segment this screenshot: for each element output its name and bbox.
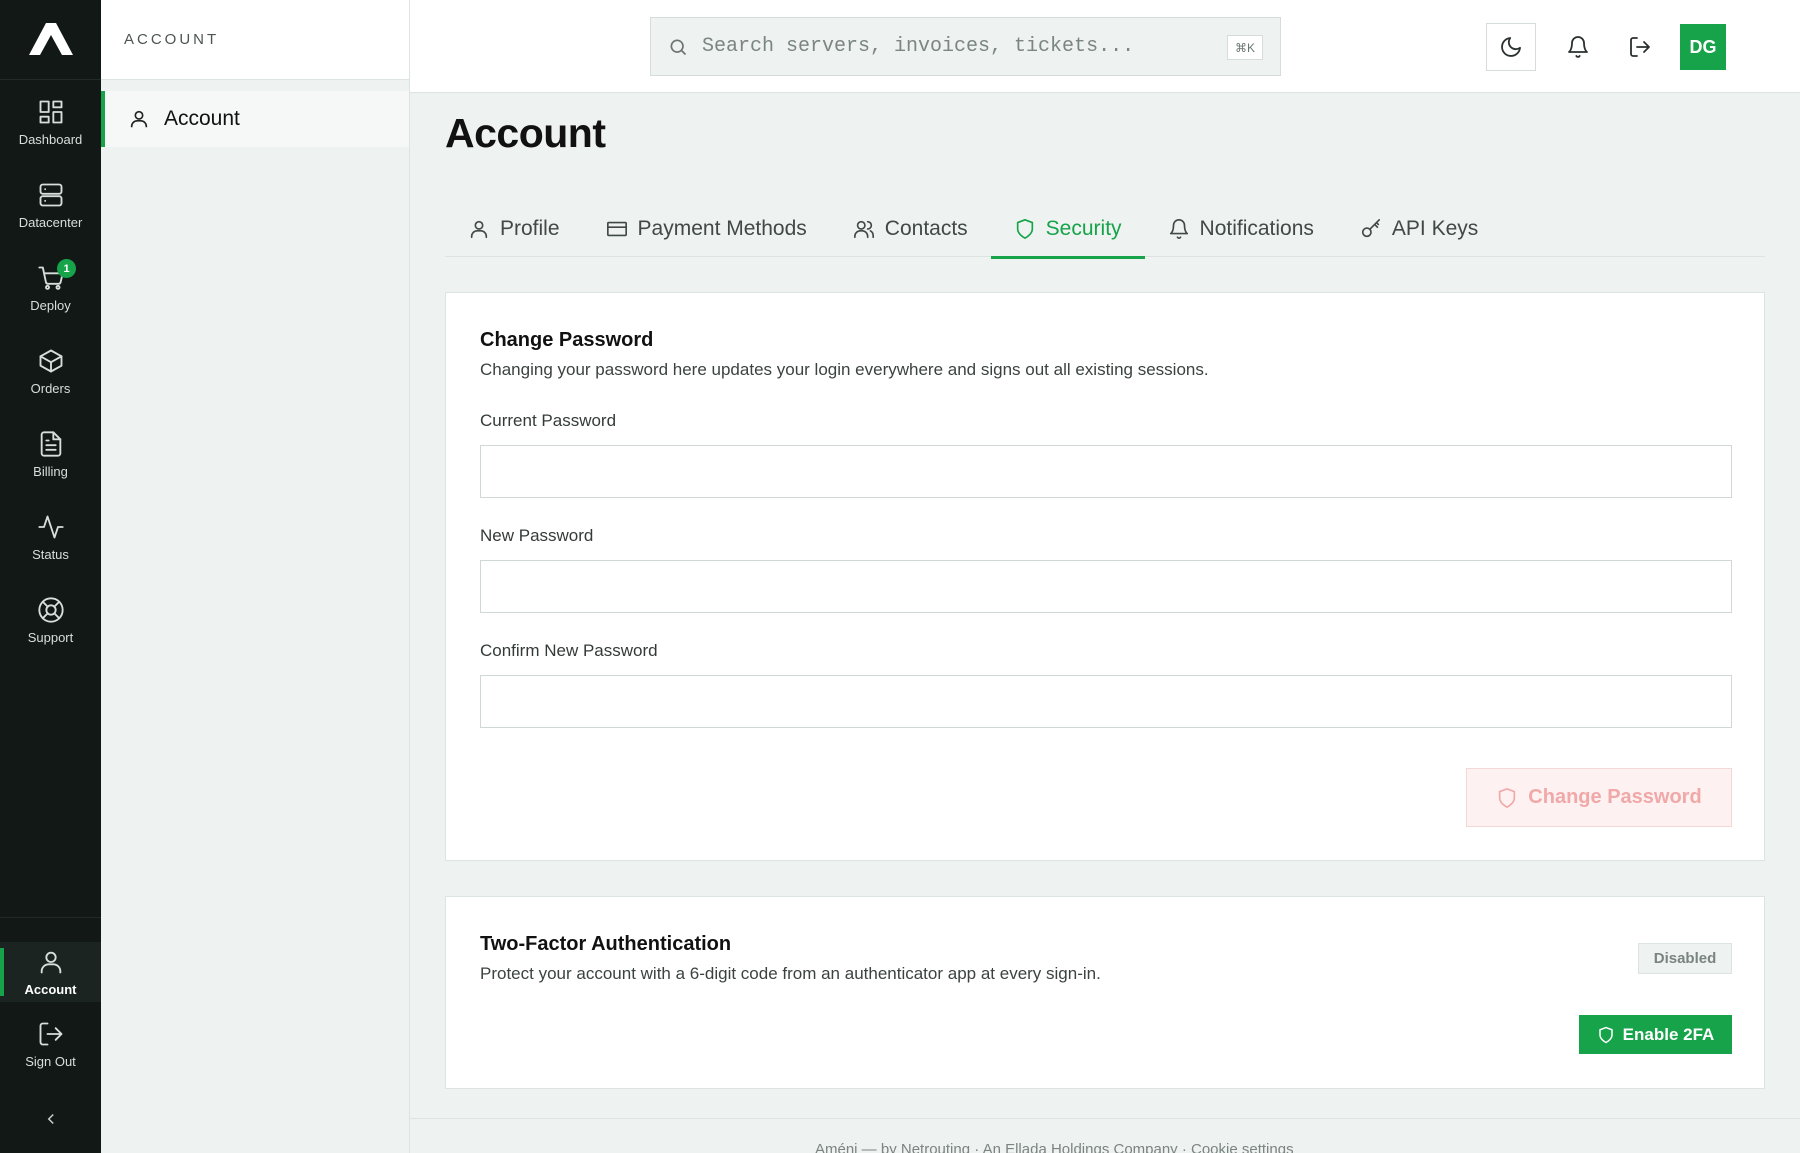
chevron-left-icon (47, 1113, 54, 1125)
subnav-item-label: Account (164, 107, 240, 130)
server-icon (39, 183, 62, 207)
tab-profile[interactable]: Profile (445, 200, 583, 257)
rail-item-status[interactable]: Status (0, 496, 101, 579)
tab-label: Notifications (1199, 216, 1314, 240)
sign-out-icon (1630, 37, 1650, 57)
rail-item-orders[interactable]: Orders (0, 330, 101, 413)
rail-item-account[interactable]: Account (0, 942, 101, 1002)
tab-label: API Keys (1391, 216, 1479, 240)
tab-api-keys[interactable]: API Keys (1337, 200, 1501, 257)
confirm-password-field[interactable] (480, 675, 1732, 728)
card-description: Protect your account with a 6-digit code… (480, 964, 1101, 983)
rail-item-billing[interactable]: Billing (0, 413, 101, 496)
rail-label: Datacenter (18, 215, 83, 230)
card-title: Change Password (480, 329, 654, 351)
rail-bottom: Account Sign Out (0, 917, 101, 1080)
current-password-field[interactable] (480, 445, 1732, 498)
rail-label: Status (32, 547, 69, 562)
new-password-label: New Password (480, 526, 594, 545)
package-icon (39, 349, 62, 373)
tab-label: Payment Methods (637, 216, 807, 240)
theme-toggle-button[interactable] (1486, 23, 1536, 71)
rail-label: Orders (30, 381, 71, 396)
rail-label: Sign Out (25, 1053, 76, 1069)
two-factor-card: Two-Factor Authentication Protect your a… (445, 896, 1765, 1089)
user-icon (130, 110, 148, 128)
search-input[interactable] (702, 35, 1202, 58)
button-label: Change Password (1528, 786, 1702, 808)
dashboard-icon (39, 100, 62, 124)
confirm-password-label: Confirm New Password (480, 641, 658, 660)
subnav-heading: ACCOUNT (101, 0, 409, 80)
enable-2fa-button[interactable]: Enable 2FA (1579, 1015, 1732, 1054)
user-avatar[interactable]: DG (1680, 24, 1726, 70)
top-bar: ⌘K DG (410, 0, 1800, 93)
tab-label: Security (1045, 216, 1122, 240)
shield-icon (1499, 787, 1516, 808)
logo-icon (28, 22, 73, 55)
rail-label: Dashboard (18, 132, 83, 147)
collapse-sidebar-button[interactable] (0, 1095, 101, 1143)
page-footer: Améni — by Netrouting · An Ellada Holdin… (410, 1118, 1800, 1153)
status-badge: Disabled (1638, 943, 1732, 974)
logout-button[interactable] (1615, 23, 1665, 71)
tab-label: Profile (500, 216, 560, 240)
shield-icon (1598, 1026, 1613, 1043)
rail-item-sign-out[interactable]: Sign Out (0, 1008, 101, 1080)
tab-payment-methods[interactable]: Payment Methods (583, 200, 830, 257)
user-icon (40, 951, 61, 973)
global-search[interactable]: ⌘K (650, 17, 1281, 76)
account-subnav: ACCOUNT Account (101, 0, 410, 1153)
account-tabs: Profile Payment Methods Contacts Securit… (445, 200, 1765, 259)
rail-nav: Dashboard Datacenter 1 Deploy Orders Bil… (0, 81, 101, 662)
rail-item-datacenter[interactable]: Datacenter (0, 164, 101, 247)
sign-out-icon (39, 1022, 62, 1045)
card-title: Two-Factor Authentication (480, 933, 732, 955)
rail-label: Account (24, 981, 77, 997)
bell-icon (1169, 218, 1188, 239)
rail-item-deploy[interactable]: 1 Deploy (0, 247, 101, 330)
brand-logo[interactable] (0, 0, 101, 80)
change-password-button[interactable]: Change Password (1466, 768, 1732, 827)
users-icon (853, 220, 874, 238)
key-icon (1361, 218, 1380, 237)
file-text-icon (40, 431, 61, 457)
tab-security[interactable]: Security (990, 200, 1145, 259)
button-label: Enable 2FA (1622, 1024, 1715, 1044)
subnav-item-account[interactable]: Account (101, 91, 409, 147)
bell-icon (1568, 36, 1588, 58)
rail-item-dashboard[interactable]: Dashboard (0, 81, 101, 164)
tab-notifications[interactable]: Notifications (1145, 200, 1337, 257)
lifebuoy-icon (37, 597, 64, 623)
cart-count-badge: 1 (57, 259, 76, 278)
tab-contacts[interactable]: Contacts (830, 200, 991, 257)
card-description: Changing your password here updates your… (480, 360, 1209, 379)
search-shortcut-hint: ⌘K (1226, 35, 1263, 60)
footer-text: Améni — by Netrouting · An Ellada Holdin… (815, 1141, 1294, 1153)
new-password-field[interactable] (480, 560, 1732, 613)
activity-icon (37, 515, 64, 539)
user-icon (470, 220, 488, 238)
shield-icon (1016, 218, 1033, 239)
rail-label: Billing (33, 464, 68, 479)
rail-label: Deploy (30, 298, 71, 313)
tab-label: Contacts (884, 216, 968, 240)
icon-rail: Dashboard Datacenter 1 Deploy Orders Bil… (0, 0, 101, 1153)
current-password-label: Current Password (480, 411, 617, 430)
rail-item-support[interactable]: Support (0, 579, 101, 662)
page-title: Account (445, 110, 606, 156)
moon-icon (1501, 37, 1521, 57)
change-password-card: Change Password Changing your password h… (445, 292, 1765, 861)
search-icon (670, 39, 687, 55)
notifications-button[interactable] (1553, 23, 1603, 71)
credit-card-icon (606, 221, 627, 236)
rail-label: Support (27, 630, 74, 645)
